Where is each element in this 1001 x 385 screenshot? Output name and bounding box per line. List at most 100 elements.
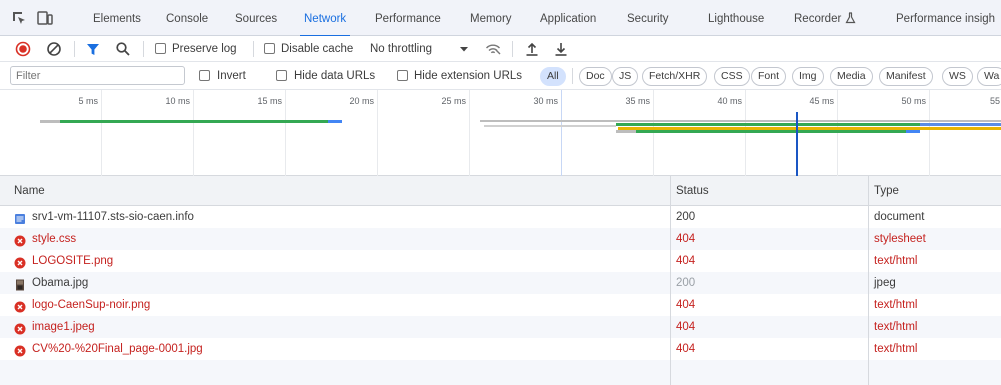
tab-console[interactable]: Console: [166, 0, 208, 36]
type-filter-font[interactable]: Font: [751, 67, 787, 86]
request-name: srv1-vm-11107.sts-sio-caen.info: [32, 211, 194, 223]
type-filter-css[interactable]: CSS: [714, 67, 750, 86]
image-thumbnail-icon: [14, 277, 26, 291]
type-filter-manifest[interactable]: Manifest: [879, 67, 933, 86]
tab-sources[interactable]: Sources: [235, 0, 277, 36]
network-conditions-icon[interactable]: [484, 40, 502, 58]
overview-request-bar: [60, 120, 328, 123]
request-name: CV%20-%20Final_page-0001.jpg: [32, 343, 203, 355]
timeline-gridline: [285, 90, 286, 176]
type-filter-ws[interactable]: WS: [942, 67, 973, 86]
table-row[interactable]: image1.jpeg 404 text/html: [0, 316, 1001, 338]
type-filter-media[interactable]: Media: [830, 67, 873, 86]
tab-elements[interactable]: Elements: [93, 0, 141, 36]
dropdown-arrow-icon[interactable]: [455, 40, 473, 58]
timeline-tick: 45 ms: [809, 96, 834, 106]
column-header-type[interactable]: Type: [874, 176, 899, 206]
tab-recorder[interactable]: Recorder: [794, 0, 856, 36]
column-divider[interactable]: [868, 176, 869, 385]
request-type: jpeg: [874, 277, 896, 289]
request-status: 200: [676, 211, 696, 223]
table-row[interactable]: CV%20-%20Final_page-0001.jpg 404 text/ht…: [0, 338, 1001, 360]
requests-table-header: Name Status Type: [0, 176, 1001, 206]
request-name-cell: srv1-vm-11107.sts-sio-caen.info: [14, 206, 194, 228]
filter-bar: Invert Hide data URLs Hide extension URL…: [0, 62, 1001, 90]
error-icon: [14, 299, 26, 313]
column-header-name[interactable]: Name: [14, 176, 45, 206]
hide-data-urls-label: Hide data URLs: [294, 70, 376, 82]
table-row[interactable]: logo-CaenSup-noir.png 404 text/html: [0, 294, 1001, 316]
timeline-tick: 15 ms: [257, 96, 282, 106]
network-overview-timeline[interactable]: 5 ms 10 ms 15 ms 20 ms 25 ms 30 ms 35 ms…: [0, 90, 1001, 176]
device-toolbar-icon[interactable]: [36, 9, 54, 27]
table-row[interactable]: style.css 404 stylesheet: [0, 228, 1001, 250]
clear-icon[interactable]: [45, 40, 63, 58]
toolbar-divider: [512, 41, 513, 57]
filter-input[interactable]: [10, 66, 185, 85]
request-name: LOGOSITE.png: [32, 255, 114, 267]
overview-request-bar: [40, 120, 60, 123]
request-type: text/html: [874, 255, 918, 267]
error-icon: [14, 343, 26, 357]
tab-memory[interactable]: Memory: [470, 0, 512, 36]
timeline-tick: 5 ms: [78, 96, 98, 106]
timeline-gridline: [929, 90, 930, 176]
overview-request-bar: [484, 125, 616, 127]
request-status: 404: [676, 321, 696, 333]
error-icon: [14, 321, 26, 335]
timeline-tick: 20 ms: [349, 96, 374, 106]
hide-data-urls-checkbox[interactable]: [276, 70, 287, 81]
preserve-log-checkbox[interactable]: [155, 43, 166, 54]
timeline-gridline: [653, 90, 654, 176]
search-icon[interactable]: [114, 40, 132, 58]
tab-security[interactable]: Security: [627, 0, 669, 36]
timeline-tick: 40 ms: [717, 96, 742, 106]
timeline-tick: 55: [990, 96, 1001, 106]
document-icon: [14, 211, 26, 224]
request-status: 404: [676, 343, 696, 355]
request-name-cell: logo-CaenSup-noir.png: [14, 294, 150, 316]
type-filter-fetch-xhr[interactable]: Fetch/XHR: [642, 67, 708, 86]
type-filter-all[interactable]: All: [540, 67, 566, 86]
request-name: logo-CaenSup-noir.png: [32, 299, 151, 311]
table-row[interactable]: srv1-vm-11107.sts-sio-caen.info 200 docu…: [0, 206, 1001, 228]
inspect-element-icon[interactable]: [10, 9, 28, 27]
invert-label: Invert: [217, 70, 246, 82]
timeline-gridline: [193, 90, 194, 176]
record-icon[interactable]: [14, 40, 32, 58]
tab-lighthouse[interactable]: Lighthouse: [708, 0, 764, 36]
export-har-icon[interactable]: [552, 40, 570, 58]
import-har-icon[interactable]: [523, 40, 541, 58]
request-type: stylesheet: [874, 233, 926, 245]
type-filter-js[interactable]: JS: [612, 67, 639, 86]
throttling-select[interactable]: No throttling: [370, 36, 432, 62]
table-row[interactable]: LOGOSITE.png 404 text/html: [0, 250, 1001, 272]
toolbar-divider: [143, 41, 144, 57]
timeline-gridline: [837, 90, 838, 176]
type-filter-img[interactable]: Img: [792, 67, 824, 86]
tab-application[interactable]: Application: [540, 0, 596, 36]
type-filter-wasm[interactable]: Wa: [977, 67, 1001, 86]
timeline-tick: 10 ms: [165, 96, 190, 106]
tab-performance[interactable]: Performance: [375, 0, 441, 36]
overview-request-bar: [480, 120, 1001, 122]
tab-network[interactable]: Network: [299, 0, 351, 37]
filter-icon[interactable]: [84, 40, 102, 58]
disable-cache-checkbox[interactable]: [264, 43, 275, 54]
request-status: 404: [676, 233, 696, 245]
column-divider[interactable]: [670, 176, 671, 385]
invert-checkbox[interactable]: [199, 70, 210, 81]
overview-request-bar: [328, 120, 342, 123]
timeline-gridline: [745, 90, 746, 176]
request-name-cell: Obama.jpg: [14, 272, 88, 294]
timeline-tick: 50 ms: [901, 96, 926, 106]
tab-performance-insights[interactable]: Performance insigh: [896, 0, 995, 36]
toolbar-divider: [572, 68, 573, 84]
request-type: text/html: [874, 321, 918, 333]
hide-extension-urls-checkbox[interactable]: [397, 70, 408, 81]
type-filter-doc[interactable]: Doc: [579, 67, 612, 86]
disable-cache-label: Disable cache: [281, 43, 354, 55]
table-row[interactable]: Obama.jpg 200 jpeg: [0, 272, 1001, 294]
preserve-log-label: Preserve log: [172, 43, 237, 55]
column-header-status[interactable]: Status: [676, 176, 709, 206]
